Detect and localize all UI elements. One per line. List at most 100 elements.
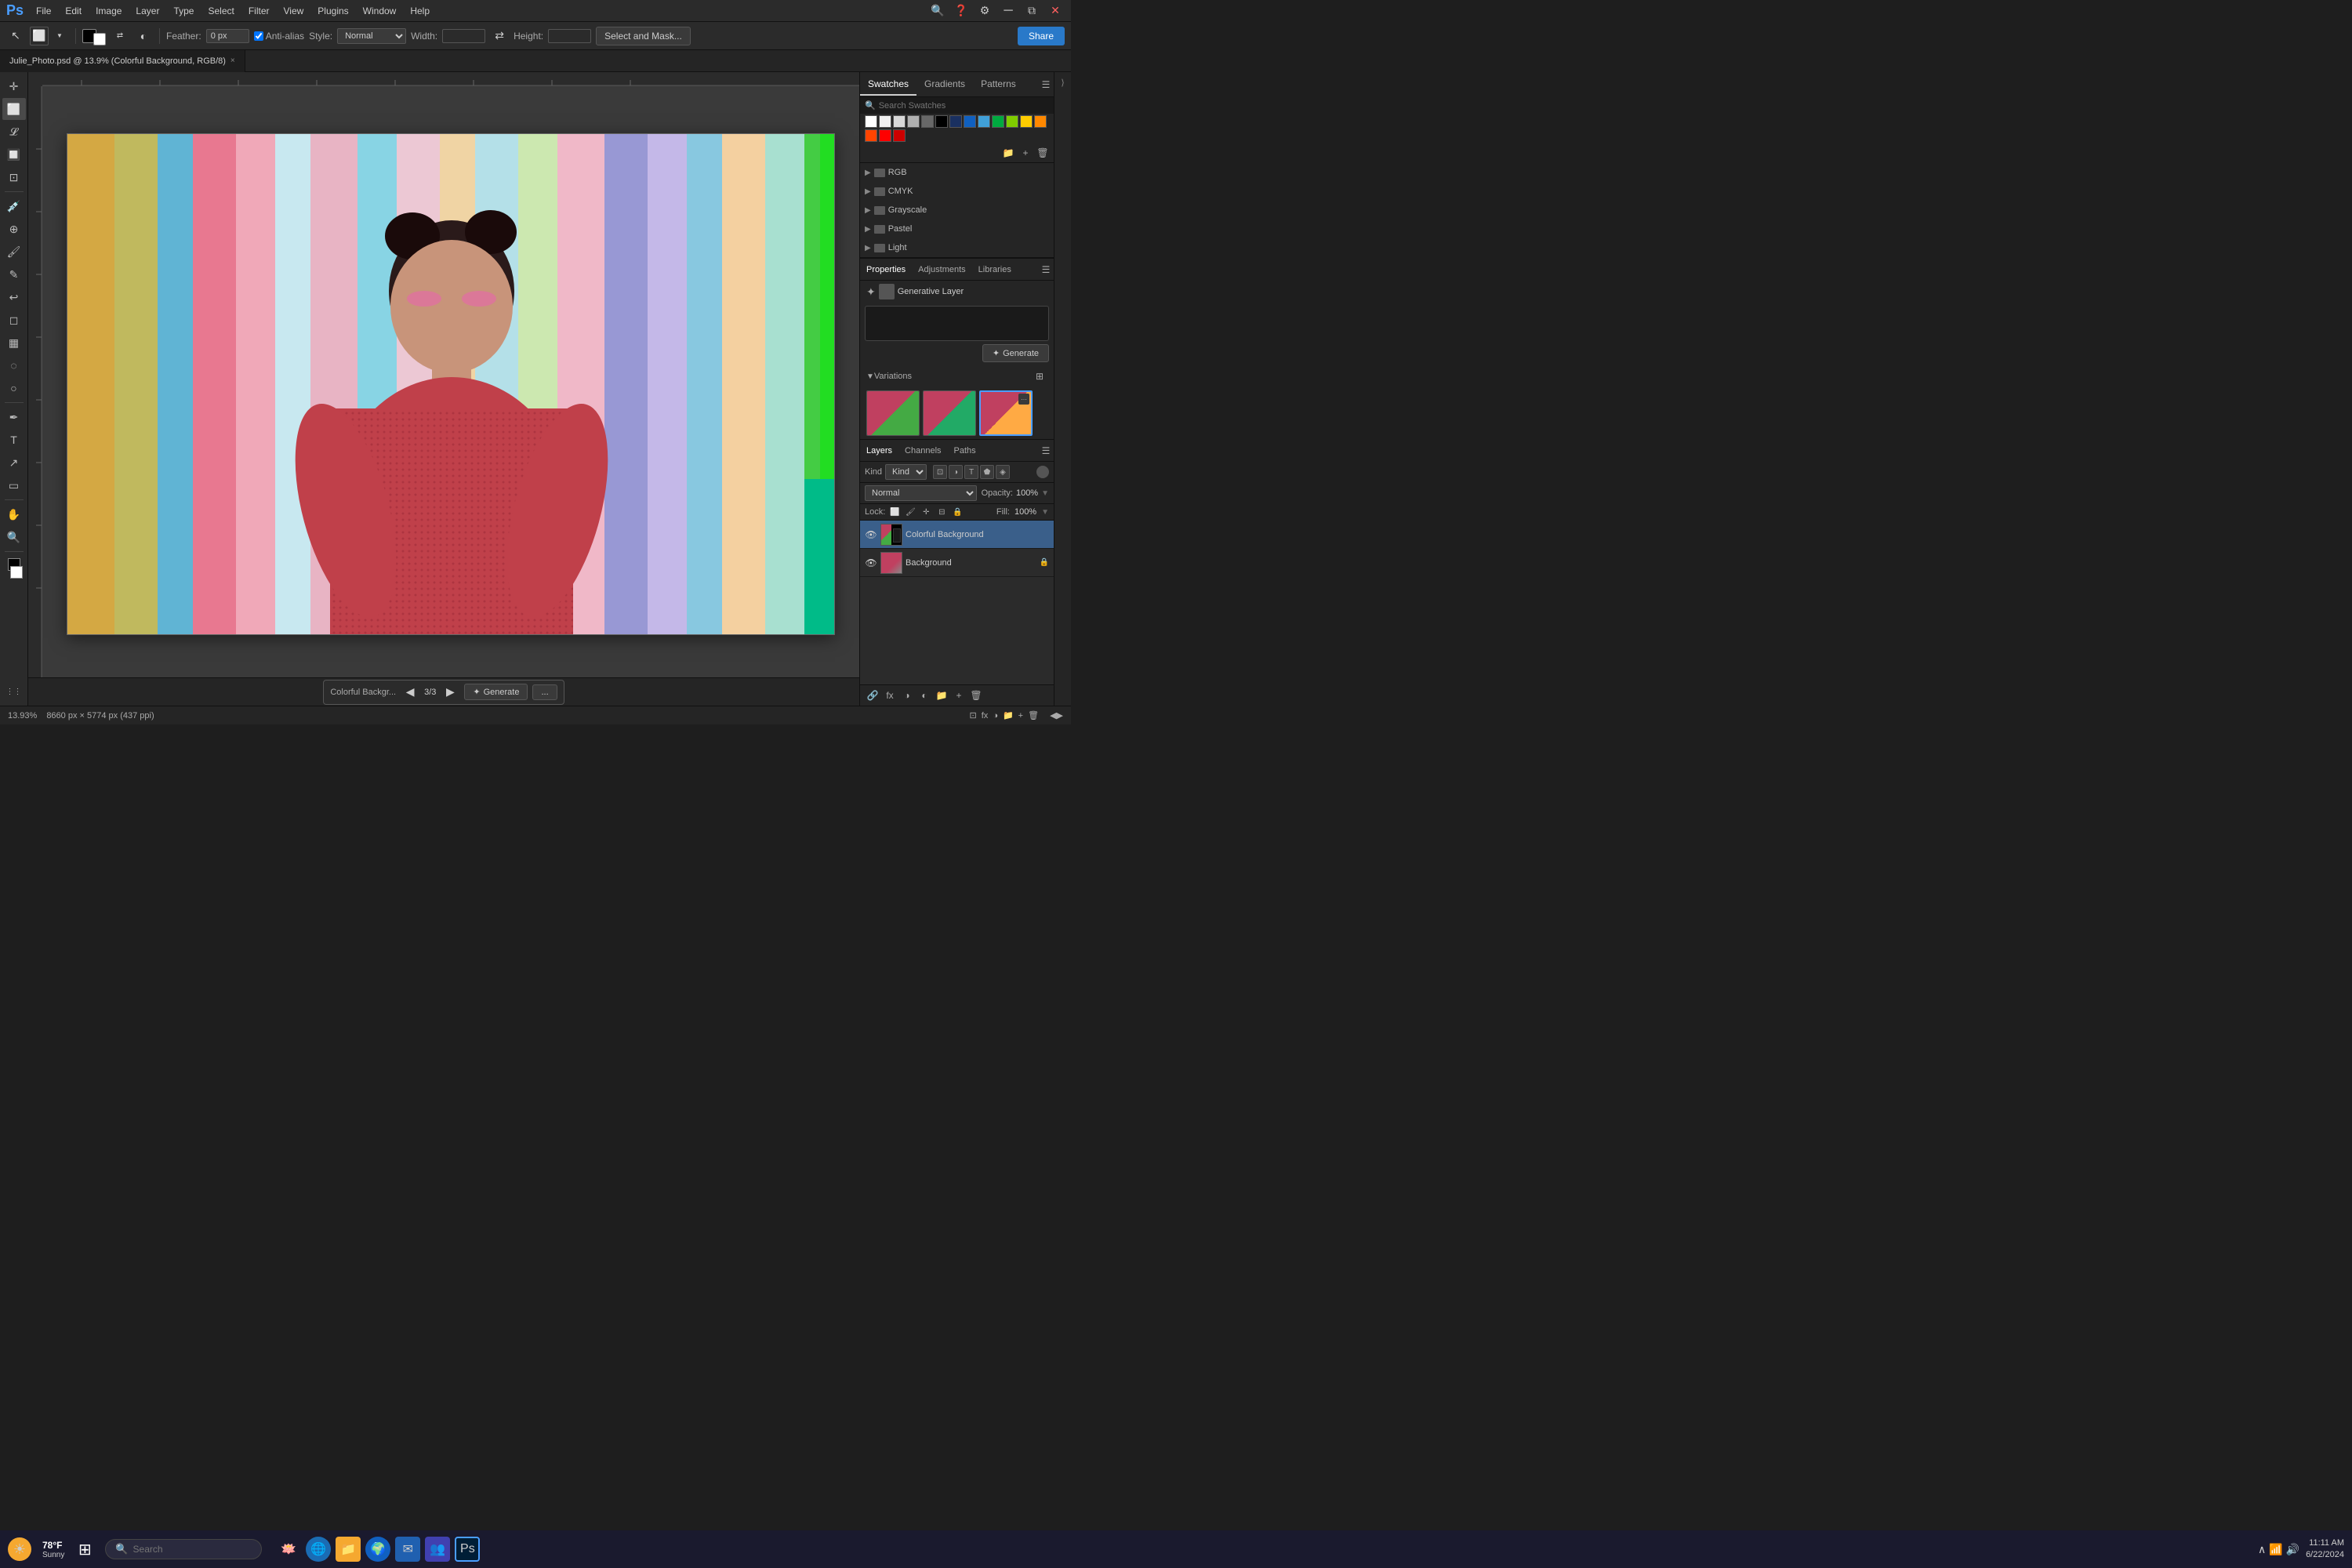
close-btn[interactable]: ✕ <box>1046 2 1065 20</box>
layer-group-btn[interactable]: 📁 <box>934 688 949 703</box>
menu-help[interactable]: Help <box>404 3 436 19</box>
filter-shape-btn[interactable]: ⬟ <box>980 465 994 479</box>
filter-type-btn[interactable]: T <box>964 465 978 479</box>
tab-libraries[interactable]: Libraries <box>972 262 1018 278</box>
filter-smart-btn[interactable]: ◈ <box>996 465 1010 479</box>
tab-properties[interactable]: Properties <box>860 262 912 278</box>
group-rgb-header[interactable]: ▶ RGB <box>865 165 1049 180</box>
swatch-light-blue[interactable] <box>978 115 990 128</box>
swap-colors[interactable]: ⇄ <box>111 27 129 45</box>
layer-fx-btn[interactable]: fx <box>882 688 898 703</box>
layer-delete-btn[interactable]: 🗑 <box>968 688 984 703</box>
hand-tool-btn[interactable]: ✋ <box>2 503 26 525</box>
layer-row-background[interactable]: 👁 Background 🔒 <box>860 549 1054 577</box>
menu-image[interactable]: Image <box>89 3 128 19</box>
swatch-black[interactable] <box>935 115 948 128</box>
restore-btn[interactable]: ⧉ <box>1022 2 1041 20</box>
crop-tool-btn[interactable]: ⊡ <box>2 166 26 188</box>
tab-channels[interactable]: Channels <box>898 443 947 459</box>
shape-tool-btn[interactable]: ▭ <box>2 474 26 496</box>
tray-volume[interactable]: 🔊 <box>2286 1543 2299 1556</box>
menu-window[interactable]: Window <box>357 3 403 19</box>
swatch-dark-gray[interactable] <box>921 115 934 128</box>
swatches-search-input[interactable] <box>879 101 1049 111</box>
menu-edit[interactable]: Edit <box>59 3 88 19</box>
tray-arrow[interactable]: ∧ <box>2258 1543 2266 1556</box>
swatch-white[interactable] <box>865 115 877 128</box>
swatch-orange[interactable] <box>1034 115 1047 128</box>
menu-type[interactable]: Type <box>167 3 200 19</box>
panel-menu-btn[interactable]: ☰ <box>1038 77 1054 93</box>
brush-btn[interactable]: 🖌 <box>2 241 26 263</box>
canvas-document[interactable] <box>67 133 835 635</box>
more-canvas-btn[interactable]: ... <box>532 684 557 700</box>
taskbar-app-lotus[interactable]: 🪷 <box>276 1537 301 1562</box>
taskbar-app-explorer[interactable]: 📁 <box>336 1537 361 1562</box>
lasso-tool-btn[interactable]: 𝓛 <box>2 121 26 143</box>
gradient-btn[interactable]: ▦ <box>2 332 26 354</box>
swatch-light-gray-1[interactable] <box>879 115 891 128</box>
bg-color[interactable] <box>93 33 106 45</box>
kind-select[interactable]: Kind <box>885 464 927 480</box>
rect-select-sub[interactable]: ▼ <box>50 27 69 45</box>
generate-action-btn[interactable]: ✦ Generate <box>982 344 1049 362</box>
menu-view[interactable]: View <box>278 3 310 19</box>
variations-header[interactable]: ▼ Variations ⊞ <box>860 365 1054 387</box>
marquee-tool-btn[interactable]: ⬜ <box>2 98 26 120</box>
eraser-btn[interactable]: ◻ <box>2 309 26 331</box>
antialias-checkbox[interactable] <box>254 31 263 41</box>
opacity-arrow[interactable]: ▼ <box>1041 489 1049 498</box>
delete-swatch-btn[interactable]: 🗑 <box>1035 145 1051 161</box>
layer-row-colorful-bg[interactable]: 👁 Colorful Background <box>860 521 1054 549</box>
group-grayscale-header[interactable]: ▶ Grayscale <box>865 203 1049 217</box>
filter-toggle[interactable] <box>1036 466 1049 478</box>
style-select[interactable]: Normal Fixed Ratio Fixed Size <box>337 28 406 44</box>
canvas-viewport[interactable] <box>45 94 856 674</box>
tab-adjustments[interactable]: Adjustments <box>912 262 972 278</box>
taskbar-app-edge[interactable]: 🌐 <box>306 1537 331 1562</box>
tab-close[interactable]: × <box>230 56 235 65</box>
group-light-header[interactable]: ▶ Light <box>865 241 1049 255</box>
props-menu-btn[interactable]: ☰ <box>1038 262 1054 278</box>
swatch-green[interactable] <box>992 115 1004 128</box>
variation-2[interactable] <box>923 390 976 436</box>
group-pastel-header[interactable]: ▶ Pastel <box>865 222 1049 236</box>
new-swatch-btn[interactable]: + <box>1018 145 1033 161</box>
tray-network[interactable]: 📶 <box>2269 1543 2282 1556</box>
variation-3[interactable]: ⋯ <box>979 390 1033 436</box>
filter-pixel-btn[interactable]: ⊡ <box>933 465 947 479</box>
taskbar-app-teams[interactable]: 👥 <box>425 1537 450 1562</box>
start-button[interactable]: ⊞ <box>71 1535 99 1563</box>
minimize-btn[interactable]: ─ <box>999 2 1018 20</box>
select-mask-button[interactable]: Select and Mask... <box>596 27 691 45</box>
tab-paths[interactable]: Paths <box>948 443 982 459</box>
layers-menu-btn[interactable]: ☰ <box>1038 443 1054 459</box>
tab-patterns[interactable]: Patterns <box>973 74 1024 96</box>
move-tool-btn[interactable]: ✛ <box>2 75 26 97</box>
swatch-yellow[interactable] <box>1020 115 1033 128</box>
bg-swatch[interactable] <box>10 566 23 579</box>
generate-canvas-btn[interactable]: ✦ Generate <box>464 684 528 700</box>
tab-layers[interactable]: Layers <box>860 443 898 459</box>
swatch-red[interactable] <box>879 129 891 142</box>
lock-transparent-btn[interactable]: ⬜ <box>888 506 901 518</box>
layer-mask-btn[interactable]: ◑ <box>899 688 915 703</box>
tab-swatches[interactable]: Swatches <box>860 74 916 96</box>
taskbar-app-ie[interactable]: 🌍 <box>365 1537 390 1562</box>
feather-input[interactable] <box>206 29 249 43</box>
filter-adj-btn[interactable]: ◑ <box>949 465 963 479</box>
type-tool-btn[interactable]: T <box>2 429 26 451</box>
lock-pixels-btn[interactable]: 🖌 <box>904 506 916 518</box>
swatch-dark-red[interactable] <box>893 129 906 142</box>
path-select-btn[interactable]: ↗ <box>2 452 26 474</box>
width-input[interactable] <box>442 29 485 43</box>
swatch-red-orange[interactable] <box>865 129 877 142</box>
dodge-btn[interactable]: ○ <box>2 377 26 399</box>
zoom-tool-btn[interactable]: 🔍 <box>2 526 26 548</box>
blend-mode-select[interactable]: Normal Multiply Screen Overlay <box>865 485 977 501</box>
quick-mask[interactable]: ◐ <box>134 27 153 45</box>
swap-wh[interactable]: ⇄ <box>490 27 509 45</box>
next-variation-btn[interactable]: ▶ <box>441 683 459 702</box>
layer-link-btn[interactable]: 🔗 <box>865 688 880 703</box>
lock-position-btn[interactable]: ✛ <box>920 506 932 518</box>
